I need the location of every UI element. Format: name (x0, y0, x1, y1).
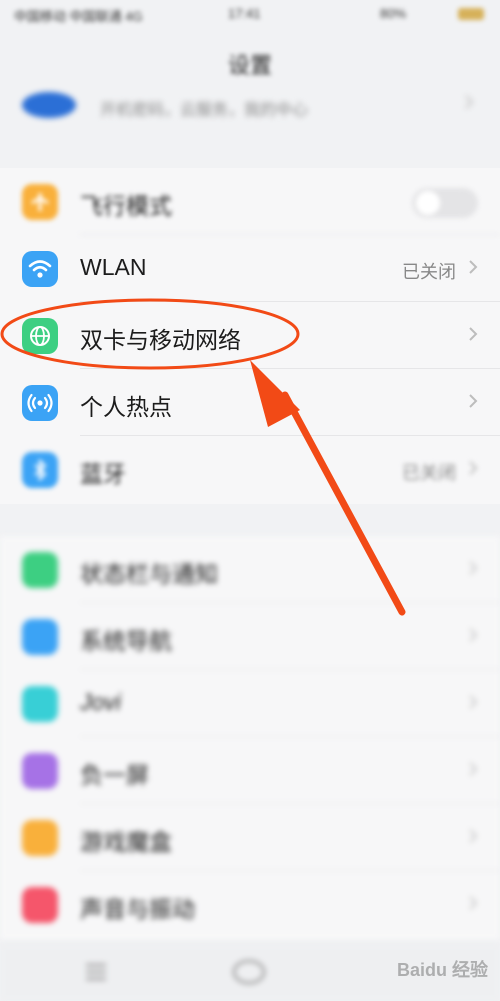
settings-row-status-bar[interactable]: 状态栏与通知 (0, 536, 500, 603)
row-label: 系统导航 (80, 628, 172, 654)
row-label: 负一屏 (80, 762, 149, 788)
account-avatar (22, 92, 76, 118)
sound-icon (22, 887, 58, 923)
bluetooth-status: 已关闭 (402, 463, 456, 483)
chevron-right-icon (468, 761, 478, 782)
account-row[interactable]: 开机密码，云服务，我的中心 (0, 84, 500, 128)
chevron-right-icon (468, 560, 478, 581)
settings-row-system-navigation[interactable]: 系统导航 (0, 603, 500, 670)
settings-row-jovi[interactable]: Jovi (0, 670, 500, 737)
game-icon (22, 820, 58, 856)
row-label: 蓝牙 (80, 461, 126, 487)
settings-row-bluetooth[interactable]: 蓝牙 已关闭 (0, 436, 500, 503)
chevron-right-icon (468, 828, 478, 849)
notification-icon (22, 552, 58, 588)
chevron-right-icon (464, 94, 474, 115)
row-label: WLAN (80, 254, 147, 280)
chevron-right-icon (468, 460, 478, 481)
wifi-icon (22, 251, 58, 287)
row-label: 声音与振动 (80, 896, 195, 922)
battery-icon (458, 8, 484, 20)
settings-row-dual-sim[interactable]: 双卡与移动网络 (0, 302, 500, 369)
hotspot-icon (22, 385, 58, 421)
page-title: 设置 (227, 53, 272, 78)
row-label: 个人热点 (80, 394, 172, 420)
navigation-icon (22, 619, 58, 655)
network-settings-group: 飞行模式 WLAN 已关闭 双卡与移动网络 个人热点 蓝牙 已关闭 (0, 168, 500, 504)
settings-row-wlan[interactable]: WLAN 已关闭 (0, 235, 500, 302)
menu-icon[interactable] (84, 962, 108, 987)
jovi-icon (22, 686, 58, 722)
home-icon[interactable] (232, 958, 266, 991)
airplane-icon (22, 184, 58, 220)
chevron-right-icon (468, 694, 478, 715)
settings-row-hotspot[interactable]: 个人热点 (0, 369, 500, 436)
settings-row-game-box[interactable]: 游戏魔盒 (0, 804, 500, 871)
row-label: Jovi (80, 689, 121, 715)
status-time: 17:41 (228, 6, 261, 21)
watermark: Baidu 经验 (396, 960, 488, 980)
wlan-status: 已关闭 (402, 262, 456, 282)
settings-row-sound[interactable]: 声音与振动 (0, 871, 500, 938)
account-subtitle: 开机密码，云服务，我的中心 (100, 102, 309, 119)
chevron-right-icon (468, 393, 478, 414)
chevron-right-icon (468, 627, 478, 648)
bluetooth-icon (22, 452, 58, 488)
status-bar: 中国移动 中国联通 4G 17:41 80% (0, 0, 500, 36)
display-settings-group: 状态栏与通知 系统导航 Jovi 负一屏 游戏魔盒 声音与振动 (0, 536, 500, 940)
toggle-knob (416, 191, 440, 215)
airplane-mode-toggle[interactable] (412, 188, 478, 218)
chevron-right-icon (468, 895, 478, 916)
row-label: 飞行模式 (80, 193, 172, 219)
screen-icon (22, 753, 58, 789)
globe-icon (22, 318, 58, 354)
carrier-label: 中国移动 中国联通 4G (14, 9, 143, 24)
row-label: 游戏魔盒 (80, 829, 172, 855)
settings-row-minus-one-screen[interactable]: 负一屏 (0, 737, 500, 804)
battery-percent: 80% (380, 6, 407, 21)
settings-row-airplane-mode[interactable]: 飞行模式 (0, 168, 500, 235)
row-label: 状态栏与通知 (80, 561, 218, 587)
chevron-right-icon (468, 259, 478, 280)
row-label: 双卡与移动网络 (80, 327, 241, 353)
chevron-right-icon (468, 326, 478, 347)
